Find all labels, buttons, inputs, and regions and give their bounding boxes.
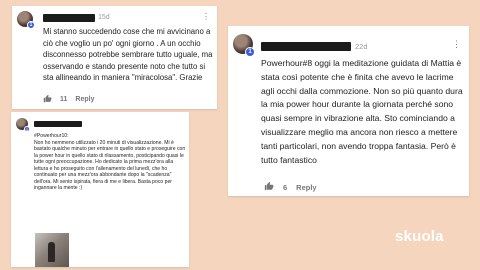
avatar-badge: 1 [24,126,30,132]
thumbs-up-icon[interactable] [43,94,52,105]
reply-button[interactable]: Reply [296,183,316,192]
comment-text: Mi stanno succedendo cose che mi avvicin… [43,27,213,83]
thumbs-up-icon[interactable] [264,181,274,193]
comment-card: 1 22d ⋮ Powerhour#8 oggi la meditazione … [228,26,469,196]
comment-timestamp: 22d [355,42,368,51]
reply-button[interactable]: Reply [75,96,94,103]
photo-figure [48,242,55,262]
post-photo[interactable] [35,233,69,267]
comment-actions: 11 Reply [43,94,94,105]
redacted-username [261,42,351,51]
post-text: #Powerhour10: Non ho nemmeno utilizzato … [34,133,186,191]
more-vert-icon[interactable]: ⋮ [452,39,461,50]
post-card: 1 #Powerhour10: Non ho nemmeno utilizzat… [11,112,189,267]
like-count: 11 [60,96,68,103]
comment-actions: 6 Reply [264,181,317,193]
comment-text: Powerhour#8 oggi la meditazione guidata … [261,58,463,165]
more-vert-icon[interactable]: ⋮ [202,12,210,21]
like-count: 6 [283,182,288,192]
avatar-badge: 1 [245,47,255,57]
comment-timestamp: 15d [98,14,110,21]
avatar-badge: 1 [27,21,35,29]
redacted-username [43,14,95,22]
brand-logo: skuola [395,228,444,245]
redacted-username [34,121,82,127]
comment-card: 1 15d ⋮ Mi stanno succedendo cose che mi… [12,6,217,109]
